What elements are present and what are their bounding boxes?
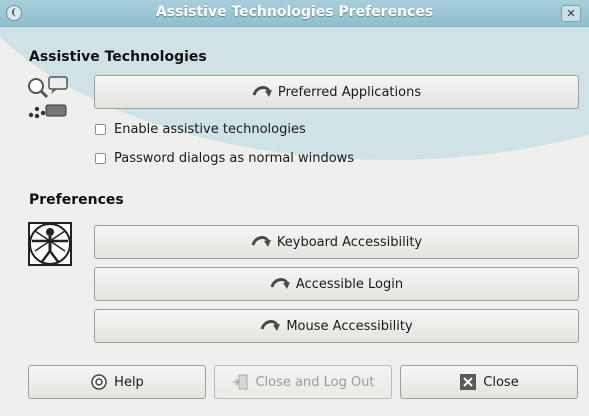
mouse-accessibility-button[interactable]: Mouse Accessibility <box>94 309 579 343</box>
accessible-login-button[interactable]: Accessible Login <box>94 267 579 301</box>
help-icon <box>91 374 107 390</box>
enable-assistive-tech-checkbox[interactable] <box>95 124 106 135</box>
help-label: Help <box>114 374 144 390</box>
close-x-icon <box>460 374 477 390</box>
password-dialogs-option[interactable]: Password dialogs as normal windows <box>95 151 354 166</box>
close-button[interactable]: Close <box>400 365 578 399</box>
preferred-applications-button[interactable]: Preferred Applications <box>94 75 579 109</box>
enable-assistive-tech-label[interactable]: Enable assistive technologies <box>114 122 306 137</box>
preferences-heading: Preferences <box>29 192 124 208</box>
jump-arrow-icon <box>260 320 281 331</box>
password-dialogs-checkbox[interactable] <box>95 153 106 164</box>
assistive-technologies-window: ❨ Assistive Technologies Preferences ✕ A… <box>0 0 589 416</box>
jump-arrow-icon <box>251 236 271 247</box>
accessible-login-label: Accessible Login <box>295 276 404 292</box>
assistive-technologies-heading: Assistive Technologies <box>29 49 207 65</box>
window-title: Assistive Technologies Preferences <box>155 4 434 20</box>
vitruvian-man-icon <box>28 222 72 266</box>
window-close-icon[interactable]: ✕ <box>561 5 581 22</box>
help-button[interactable]: Help <box>28 365 206 399</box>
logout-icon <box>233 374 248 390</box>
close-label: Close <box>483 374 519 390</box>
mouse-accessibility-label: Mouse Accessibility <box>286 318 413 334</box>
close-and-logout-button[interactable]: Close and Log Out <box>214 365 392 399</box>
title-bar[interactable]: ❨ Assistive Technologies Preferences ✕ <box>0 0 589 27</box>
keyboard-accessibility-button[interactable]: Keyboard Accessibility <box>94 225 579 259</box>
jump-arrow-icon <box>270 278 290 289</box>
password-dialogs-label[interactable]: Password dialogs as normal windows <box>114 151 354 166</box>
enable-assistive-tech-option[interactable]: Enable assistive technologies <box>95 122 306 137</box>
assistive-tech-icon <box>28 76 68 119</box>
preferred-applications-label: Preferred Applications <box>277 84 422 100</box>
close-and-logout-label: Close and Log Out <box>255 374 375 390</box>
keyboard-accessibility-label: Keyboard Accessibility <box>276 234 423 250</box>
jump-arrow-icon <box>252 86 272 97</box>
